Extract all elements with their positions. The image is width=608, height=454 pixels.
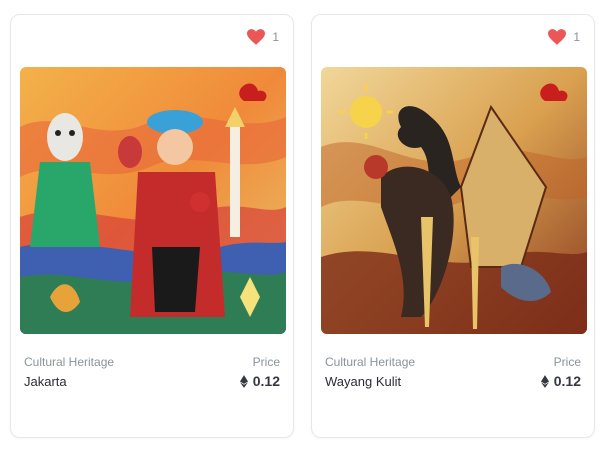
nft-image-wayang-kulit[interactable] (321, 67, 587, 334)
nft-image-jakarta[interactable] (20, 67, 286, 334)
price-amount: 0.12 (252, 373, 280, 389)
price-value: 0.12 (239, 373, 280, 389)
favorite-count: 1 (573, 30, 580, 44)
nft-name[interactable]: Jakarta (24, 374, 67, 389)
collection-name[interactable]: Cultural Heritage (325, 355, 415, 369)
price-label: Price (252, 355, 280, 369)
price-amount: 0.12 (553, 373, 581, 389)
ethereum-icon (239, 374, 248, 388)
price-value: 0.12 (540, 373, 581, 389)
nft-name[interactable]: Wayang Kulit (325, 374, 401, 389)
favorite-count: 1 (272, 30, 279, 44)
heart-icon (247, 29, 266, 45)
ethereum-icon (540, 374, 549, 388)
heart-icon (548, 29, 567, 45)
nft-card-grid: 1 Cultural Heritage Price Jakarta 0.12 1… (0, 0, 608, 454)
nft-card-jakarta[interactable]: 1 Cultural Heritage Price Jakarta 0.12 (10, 14, 294, 438)
nft-card-wayang-kulit[interactable]: 1 Cultural Heritage Price Wayang Kulit 0… (311, 14, 595, 438)
favorite-button[interactable]: 1 (548, 29, 580, 45)
collection-name[interactable]: Cultural Heritage (24, 355, 114, 369)
favorite-button[interactable]: 1 (247, 29, 279, 45)
price-label: Price (553, 355, 581, 369)
